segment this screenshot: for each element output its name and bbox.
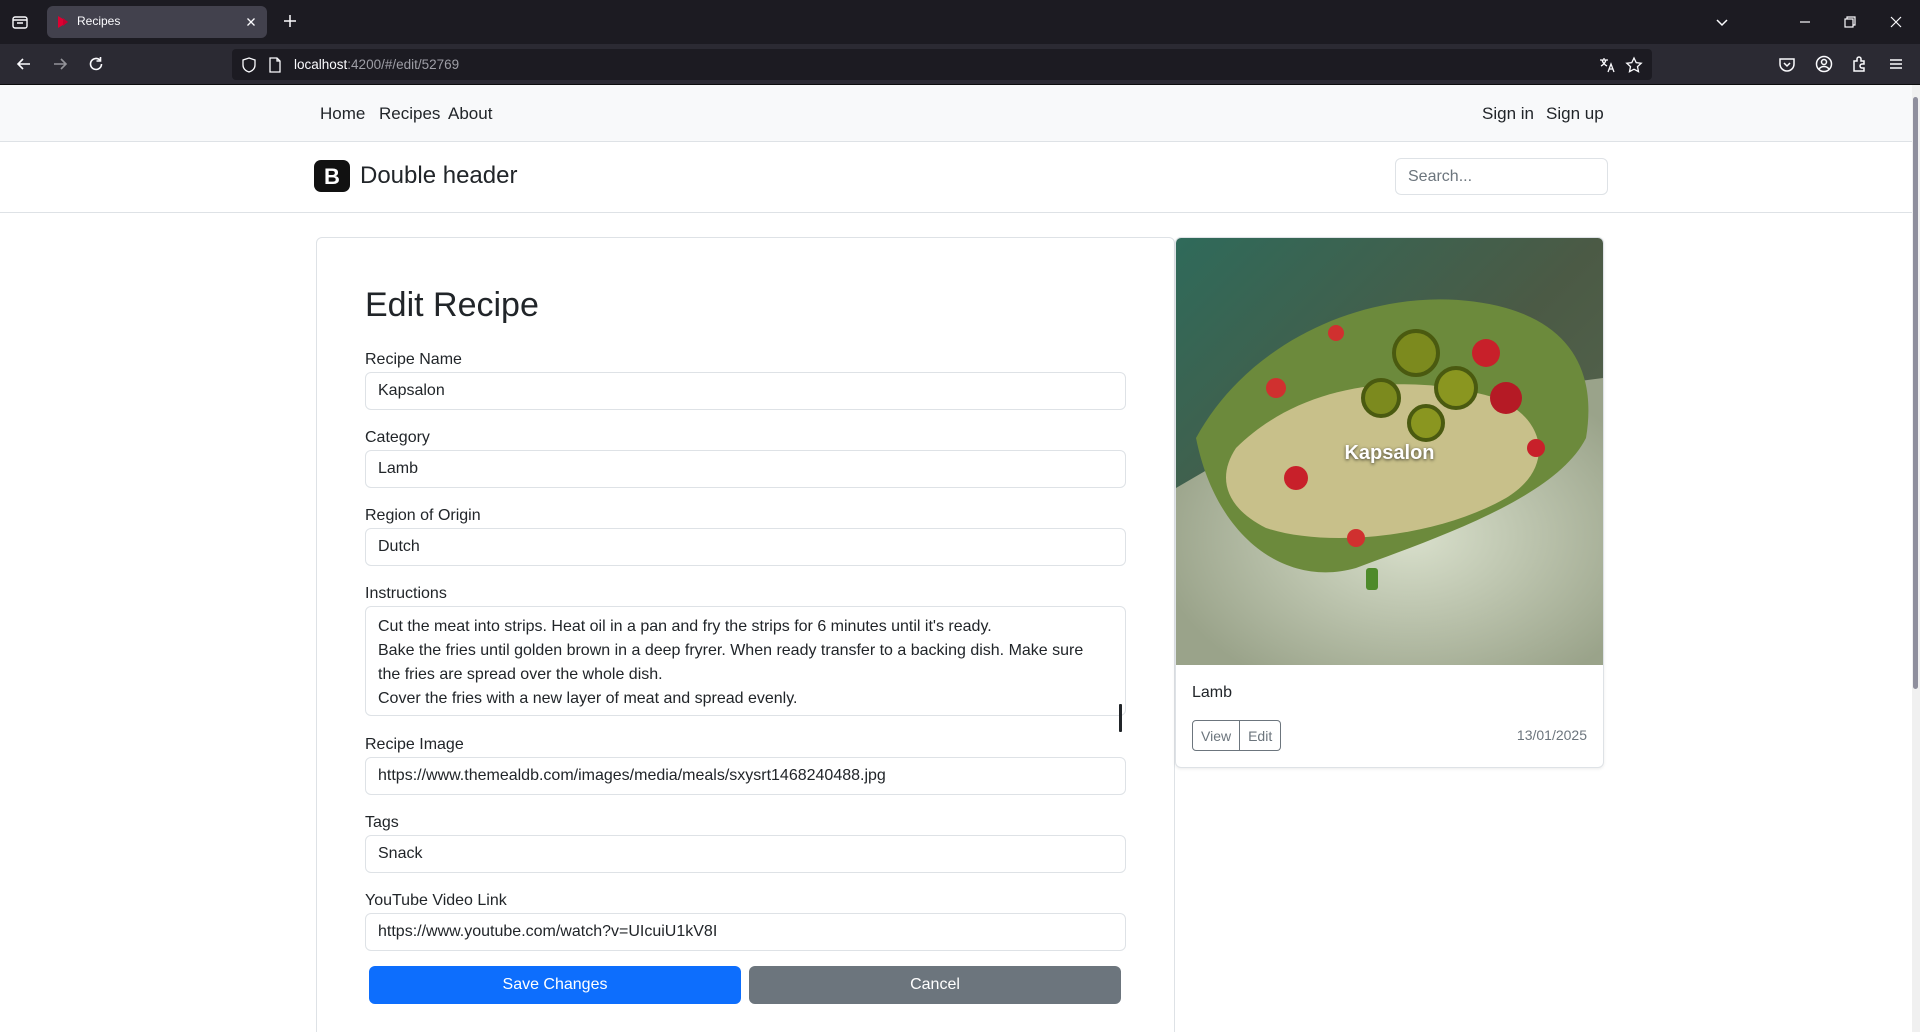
- bookmark-star-icon[interactable]: [1625, 56, 1643, 74]
- instructions-label: Instructions: [365, 585, 447, 602]
- view-button[interactable]: View: [1192, 720, 1241, 751]
- forward-icon[interactable]: [50, 54, 70, 74]
- tab-title: Recipes: [77, 14, 121, 28]
- recipe-name-input[interactable]: [365, 372, 1126, 410]
- favicon-icon: [58, 16, 68, 28]
- logo-letter: B: [324, 164, 340, 189]
- textarea-scrollbar[interactable]: [1119, 704, 1122, 732]
- region-input[interactable]: [365, 528, 1126, 566]
- search-input[interactable]: [1395, 158, 1608, 195]
- region-label: Region of Origin: [365, 507, 481, 524]
- tab-list-icon[interactable]: [10, 12, 30, 32]
- browser-tabbar: Recipes: [0, 0, 1920, 44]
- category-input[interactable]: [365, 450, 1126, 488]
- shield-icon[interactable]: [240, 56, 258, 74]
- close-window-icon[interactable]: [1886, 12, 1906, 32]
- menu-hamburger-icon[interactable]: [1886, 54, 1906, 74]
- restore-icon[interactable]: [1840, 12, 1860, 32]
- cancel-button[interactable]: Cancel: [749, 966, 1121, 1004]
- tags-input[interactable]: [365, 835, 1126, 873]
- bootstrap-logo-icon[interactable]: B: [313, 160, 351, 192]
- reload-icon[interactable]: [86, 54, 106, 74]
- tab-overflow-chevron-icon[interactable]: [1712, 12, 1732, 32]
- recipe-image-label: Recipe Image: [365, 736, 464, 753]
- nav-link-recipes[interactable]: Recipes: [379, 104, 440, 124]
- nav-link-home[interactable]: Home: [320, 104, 365, 124]
- top-navbar: Home Recipes About Sign in Sign up: [0, 85, 1912, 142]
- account-icon[interactable]: [1814, 54, 1834, 74]
- page-title: Edit Recipe: [365, 286, 539, 324]
- minimize-icon[interactable]: [1795, 12, 1815, 32]
- page-viewport: Home Recipes About Sign in Sign up B Dou…: [0, 85, 1920, 1032]
- pocket-icon[interactable]: [1777, 54, 1797, 74]
- card-button-group: View Edit: [1192, 720, 1282, 751]
- sign-in-link[interactable]: Sign in: [1482, 104, 1534, 124]
- brand-title[interactable]: Double header: [360, 162, 517, 190]
- youtube-label: YouTube Video Link: [365, 892, 507, 909]
- close-tab-icon[interactable]: [243, 14, 259, 30]
- edit-button[interactable]: Edit: [1240, 720, 1282, 751]
- site-header: B Double header: [0, 142, 1912, 213]
- page-info-icon[interactable]: [266, 56, 284, 74]
- translate-icon[interactable]: [1598, 56, 1616, 74]
- category-label: Category: [365, 429, 430, 446]
- url-host: localhost: [294, 57, 348, 72]
- back-icon[interactable]: [14, 54, 34, 74]
- sign-up-link[interactable]: Sign up: [1546, 104, 1604, 124]
- page-scrollbar-thumb[interactable]: [1913, 97, 1918, 689]
- browser-tab-recipes[interactable]: Recipes: [47, 6, 267, 38]
- youtube-input[interactable]: [365, 913, 1126, 951]
- recipe-preview-card: Kapsalon Lamb View Edit 13/01/2025: [1175, 237, 1604, 768]
- recipe-name-label: Recipe Name: [365, 351, 462, 368]
- card-overlay-title: Kapsalon: [1344, 442, 1435, 464]
- save-changes-button[interactable]: Save Changes: [369, 966, 741, 1004]
- url-path: :4200/#/edit/52769: [347, 57, 460, 72]
- browser-toolbar: localhost:4200/#/edit/52769: [0, 44, 1920, 85]
- instructions-textarea[interactable]: Cut the meat into strips. Heat oil in a …: [365, 606, 1126, 716]
- new-tab-icon[interactable]: [281, 12, 299, 30]
- extensions-icon[interactable]: [1850, 54, 1870, 74]
- tags-label: Tags: [365, 814, 399, 831]
- url-bar[interactable]: localhost:4200/#/edit/52769: [232, 49, 1652, 80]
- card-date: 13/01/2025: [1516, 727, 1587, 743]
- card-category: Lamb: [1192, 684, 1233, 701]
- recipe-image-input[interactable]: [365, 757, 1126, 795]
- url-text[interactable]: localhost:4200/#/edit/52769: [294, 57, 459, 72]
- nav-link-about[interactable]: About: [448, 104, 492, 124]
